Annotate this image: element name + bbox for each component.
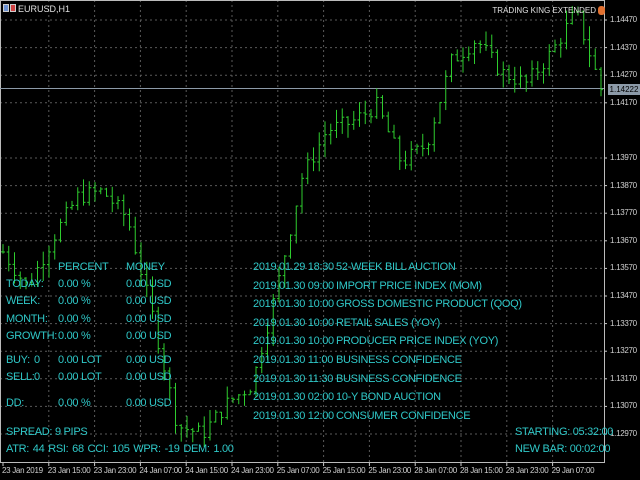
time-tick-label: 23 Jan 2019 — [2, 466, 43, 475]
panel-row-label: TODAY: — [6, 278, 44, 290]
price-tick-label: 1.12970 — [610, 429, 637, 438]
news-time: 2019.01.30 11:00 — [253, 354, 334, 366]
starting-timer: STARTING: 05:32:00 — [515, 426, 614, 438]
panel-row-money: 0.00 USD — [126, 312, 172, 325]
news-event: PRODUCER PRICE INDEX (YOY) — [336, 335, 499, 348]
chart-window-icon — [3, 4, 9, 12]
price-tick-label: 1.13870 — [610, 180, 637, 190]
price-tick-label: 1.13370 — [610, 318, 637, 328]
news-time: 2019.01.29 18:30 — [253, 261, 334, 273]
current-price-label: 1.14222 — [608, 84, 640, 95]
price-tick-label: 1.14470 — [610, 15, 637, 24]
news-event: 10-Y BOND AUCTION — [336, 391, 441, 404]
spread-text: SPREAD: 9 PIPS — [6, 426, 88, 438]
price-chart[interactable] — [0, 0, 640, 480]
time-tick-label: 28 Jan 23:00 — [505, 466, 549, 475]
percent-header: PERCENT — [58, 261, 109, 273]
price-tick-label: 1.13270 — [610, 346, 637, 356]
price-tick-label: 1.13070 — [610, 401, 637, 411]
sell-lots: 0.00 LOT — [58, 371, 102, 383]
news-time: 2019.01.30 11:30 — [253, 372, 334, 385]
price-tick-label: 1.13470 — [610, 291, 637, 300]
price-tick-label: 1.14370 — [610, 42, 637, 52]
news-event: CONSUMER CONFIDENCE — [336, 409, 471, 422]
price-tick-label: 1.13570 — [610, 263, 637, 273]
panel-row-percent: 0.00 % — [58, 278, 91, 290]
panel-row-money: 0.00 USD — [126, 278, 172, 290]
sell-money: 0.00 USD — [126, 371, 172, 383]
news-event: RETAIL SALES (YOY) — [336, 316, 441, 329]
panel-row-percent: 0.00 % — [58, 312, 91, 325]
money-header: MONEY — [126, 261, 165, 273]
sell-count: 0 — [34, 371, 40, 383]
news-time: 2019.01.30 09:00 — [253, 279, 334, 292]
buy-count: 0 — [34, 354, 40, 366]
time-tick-label: 28 Jan 07:00 — [414, 466, 457, 475]
panel-row-label: GROWTH: — [6, 329, 58, 342]
news-event: BUSINESS CONFIDENCE — [336, 354, 462, 366]
buy-money: 0.00 USD — [126, 354, 172, 366]
price-tick-label: 1.14170 — [610, 97, 637, 107]
panel-row-label: MONTH: — [6, 312, 48, 325]
news-event: IMPORT PRICE INDEX (MOM) — [336, 279, 482, 292]
dd-money: 0.00 USD — [126, 397, 172, 409]
panel-row-percent: 0.00 % — [58, 295, 91, 308]
news-event: GROSS DOMESTIC PRODUCT (QOQ) — [336, 298, 522, 311]
time-tick-label: 24 Jan 15:00 — [185, 466, 228, 475]
indicator-title: TRADING KING EXTENDED — [492, 6, 596, 15]
price-tick-label: 1.13170 — [610, 373, 637, 383]
time-tick-label: 25 Jan 07:00 — [276, 466, 320, 475]
symbol-label: EURUSD,H1 — [18, 4, 71, 14]
time-tick-label: 25 Jan 23:00 — [368, 466, 412, 475]
panel-row-percent: 0.00 % — [58, 329, 91, 342]
new-bar-timer: NEW BAR: 00:02:00 — [515, 443, 611, 455]
price-tick-label: 1.14270 — [610, 70, 637, 80]
price-tick-label: 1.13970 — [610, 153, 637, 162]
time-tick-label: 24 Jan 07:00 — [139, 466, 183, 475]
chart-window-icon-2 — [10, 4, 16, 12]
news-time: 2019.01.30 02:00 — [253, 391, 334, 404]
trading-king-icon — [598, 6, 605, 15]
panel-row-money: 0.00 USD — [126, 295, 172, 308]
time-tick-label: 24 Jan 23:00 — [231, 466, 274, 475]
time-tick-label: 23 Jan 23:00 — [93, 466, 137, 475]
buy-label: BUY: — [6, 354, 30, 366]
sell-label: SELL: — [6, 371, 35, 383]
indicators-text: ATR: 44 RSI: 68 CCI: 105 WPR: -19 DEM: 1… — [6, 443, 234, 455]
buy-lots: 0.00 LOT — [58, 354, 102, 366]
news-time: 2019.01.30 12:00 — [253, 409, 334, 422]
news-time: 2019.01.30 10:00 — [253, 335, 334, 348]
price-tick-label: 1.13770 — [610, 208, 637, 218]
panel-row-money: 0.00 USD — [126, 329, 172, 342]
news-event: 52-WEEK BILL AUCTION — [336, 261, 456, 273]
time-tick-label: 23 Jan 15:00 — [47, 466, 91, 475]
dd-percent: 0.00 % — [58, 397, 91, 409]
dd-label: DD: — [6, 397, 25, 409]
time-tick-label: 25 Jan 15:00 — [322, 466, 366, 475]
time-tick-label: 29 Jan 07:00 — [551, 466, 595, 475]
panel-row-label: WEEK: — [6, 295, 40, 308]
time-tick-label: 28 Jan 15:00 — [460, 466, 503, 475]
news-time: 2019.01.30 10:00 — [253, 298, 334, 311]
news-time: 2019.01.30 10:00 — [253, 316, 334, 329]
price-tick-label: 1.13670 — [610, 235, 637, 245]
news-event: BUSINESS CONFIDENCE — [336, 372, 462, 385]
